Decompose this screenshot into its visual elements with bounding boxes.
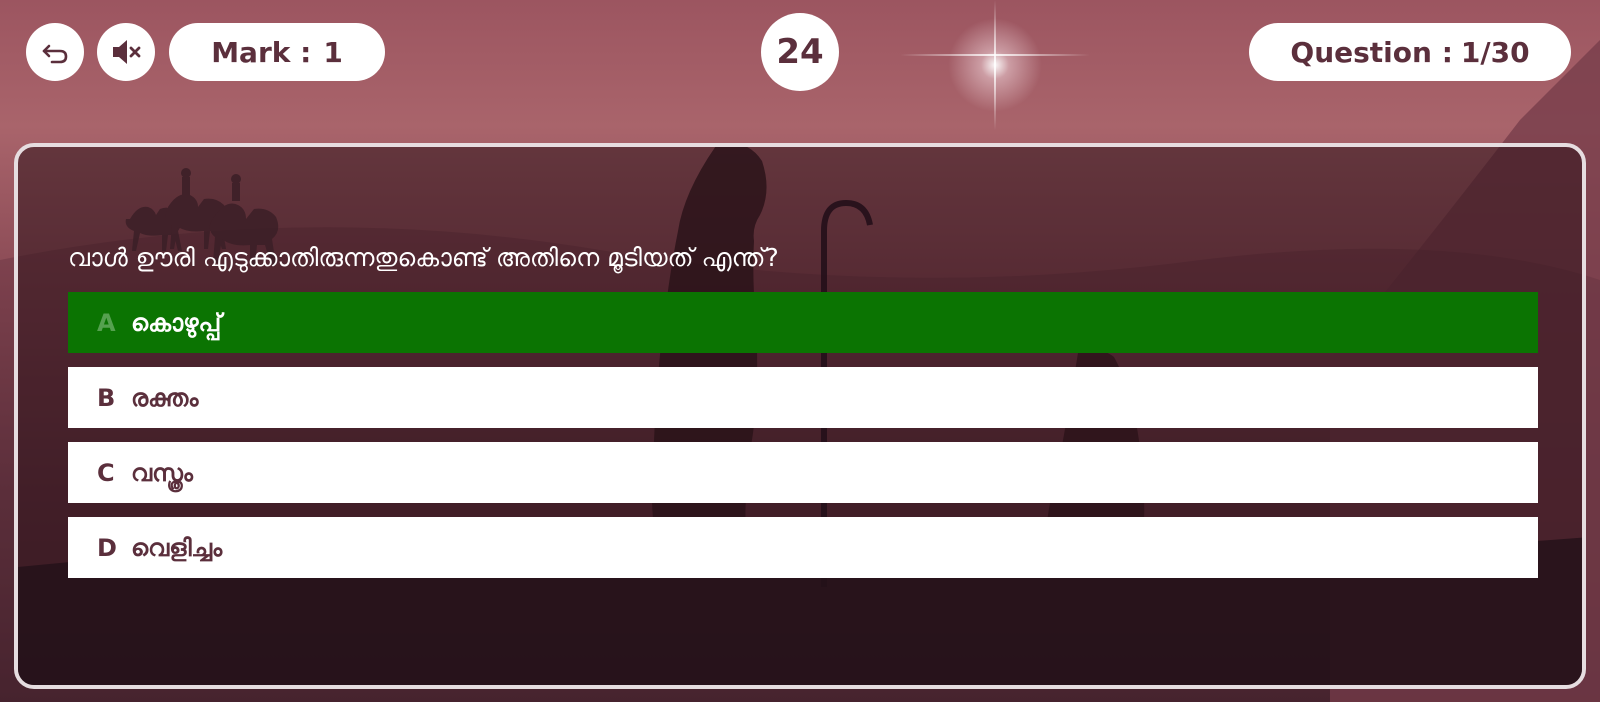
mark-label: Mark : — [211, 35, 312, 69]
back-arrow-icon — [42, 44, 68, 64]
option-text: കൊഴുപ്പ് — [131, 308, 222, 337]
question-counter: Question : 1/30 — [1249, 23, 1571, 81]
option-letter: D — [97, 533, 117, 562]
timer-value: 24 — [776, 32, 824, 72]
option-letter: C — [97, 458, 115, 487]
speaker-muted-icon — [113, 40, 141, 64]
option-text: വെളിച്ചം — [131, 533, 223, 562]
mark-value: 1 — [323, 35, 343, 69]
mark-display: Mark : 1 — [169, 23, 385, 81]
countdown-timer: 24 — [761, 13, 839, 91]
option-c[interactable]: C വസ്ത്രം — [68, 442, 1538, 503]
question-panel: വാൾ ഊരി എടുക്കാതിരുന്നതുകൊണ്ട് അതിനെ മൂട… — [14, 143, 1586, 689]
option-d[interactable]: D വെളിച്ചം — [68, 517, 1538, 578]
option-letter: A — [97, 308, 116, 337]
question-text: വാൾ ഊരി എടുക്കാതിരുന്നതുകൊണ്ട് അതിനെ മൂട… — [68, 243, 779, 272]
option-a[interactable]: A കൊഴുപ്പ് — [68, 292, 1538, 353]
question-counter-value: 1/30 — [1460, 35, 1530, 69]
mute-button[interactable] — [97, 23, 155, 81]
option-text: വസ്ത്രം — [131, 458, 193, 487]
option-b[interactable]: B രക്തം — [68, 367, 1538, 428]
back-button[interactable] — [26, 23, 84, 81]
question-counter-label: Question : — [1290, 35, 1453, 69]
option-text: രക്തം — [131, 383, 199, 412]
option-letter: B — [97, 383, 116, 412]
